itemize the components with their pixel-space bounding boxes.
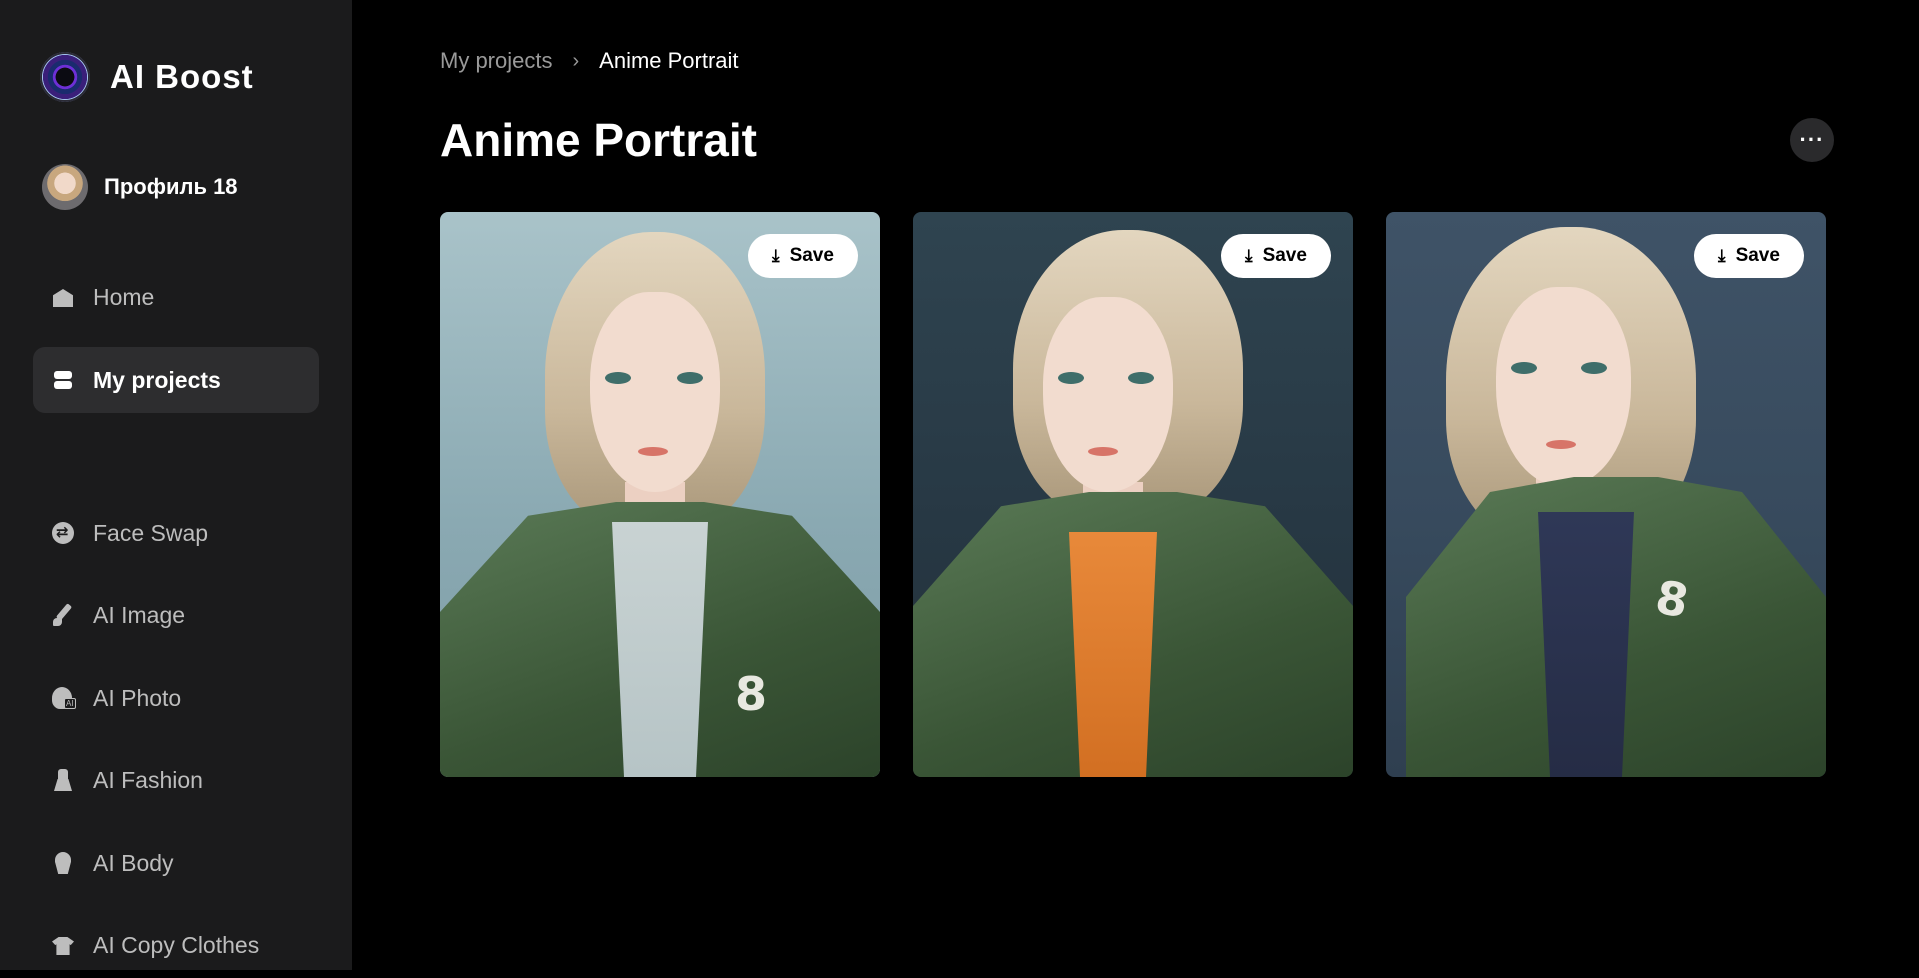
gallery-card[interactable]: ⤓ Save	[913, 212, 1353, 777]
save-label: Save	[789, 245, 834, 266]
sidebar-item-ai-copy-clothes[interactable]: AI Copy Clothes	[33, 912, 319, 978]
brush-icon	[51, 603, 75, 627]
avatar	[42, 164, 88, 210]
download-icon: ⤓	[772, 246, 780, 265]
download-icon: ⤓	[1718, 246, 1726, 265]
breadcrumb-current: Anime Portrait	[599, 48, 739, 73]
gallery-card[interactable]: 8 ⤓ Save	[1386, 212, 1826, 777]
sidebar-item-my-projects[interactable]: My projects	[33, 347, 319, 413]
sidebar-item-ai-image[interactable]: AI Image	[33, 582, 319, 648]
face-swap-icon	[51, 521, 75, 545]
more-options-button[interactable]: ···	[1790, 118, 1834, 162]
brand-logo-icon	[40, 52, 90, 102]
breadcrumb: My projects › Anime Portrait	[440, 48, 739, 74]
sidebar-item-label: AI Fashion	[93, 766, 203, 793]
sidebar-item-ai-photo[interactable]: AI Photo	[33, 665, 319, 731]
home-icon	[51, 285, 75, 309]
sidebar-item-ai-fashion[interactable]: AI Fashion	[33, 747, 319, 813]
portrait-image	[913, 212, 1353, 777]
save-button[interactable]: ⤓ Save	[1694, 234, 1804, 278]
download-icon: ⤓	[1245, 246, 1253, 265]
save-label: Save	[1735, 245, 1780, 266]
profile-name: Профиль 18	[104, 174, 238, 199]
sidebar-item-label: Face Swap	[93, 519, 209, 546]
sidebar-item-label: AI Body	[93, 849, 174, 876]
jacket-number: 8	[735, 667, 768, 721]
sidebar-item-home[interactable]: Home	[33, 264, 319, 330]
sidebar-item-face-swap[interactable]: Face Swap	[33, 500, 319, 566]
sidebar-item-ai-body[interactable]: AI Body	[33, 830, 319, 896]
sidebar-item-label: AI Image	[93, 601, 186, 628]
sidebar-item-label: Home	[93, 283, 155, 310]
sidebar-item-label: AI Photo	[93, 684, 182, 711]
projects-icon	[51, 368, 75, 392]
sidebar-item-label: My projects	[93, 366, 221, 393]
body-icon	[51, 851, 75, 875]
chevron-right-icon: ›	[572, 49, 580, 72]
brand[interactable]: AI Boost	[40, 52, 254, 102]
dress-icon	[51, 768, 75, 792]
shirt-icon	[51, 933, 75, 957]
sidebar-item-label: AI Copy Clothes	[93, 931, 260, 958]
ai-photo-icon	[51, 686, 76, 710]
ellipsis-icon: ···	[1799, 127, 1825, 152]
save-button[interactable]: ⤓ Save	[1221, 234, 1331, 278]
breadcrumb-parent-link[interactable]: My projects	[440, 48, 552, 74]
save-label: Save	[1262, 245, 1307, 266]
sidebar: AI Boost Профиль 18 Home My projects Fac…	[0, 0, 352, 970]
portrait-image: 8	[1386, 212, 1826, 777]
gallery-card[interactable]: 8 ⤓ Save	[440, 212, 880, 777]
profile[interactable]: Профиль 18	[42, 164, 238, 210]
save-button[interactable]: ⤓ Save	[748, 234, 858, 278]
brand-name: AI Boost	[110, 58, 254, 95]
portrait-image: 8	[440, 212, 880, 777]
page-title: Anime Portrait	[440, 114, 757, 166]
